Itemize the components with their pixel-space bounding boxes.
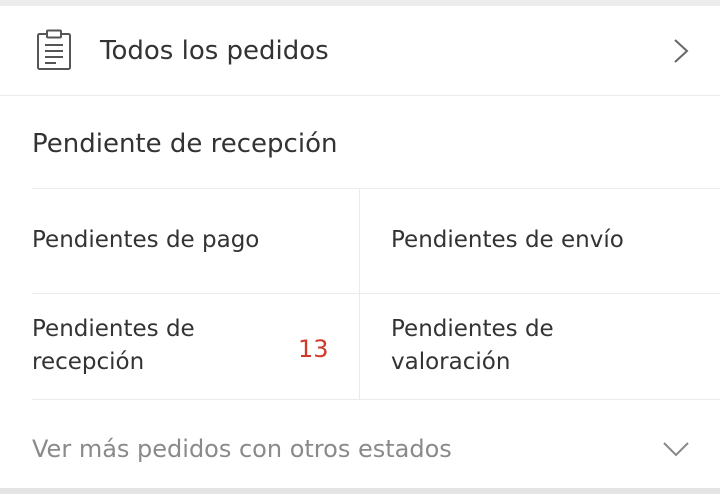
pending-shipment-label: Pendientes de envío <box>391 227 624 253</box>
chevron-down-icon <box>663 442 689 457</box>
pending-receipt-label-line1: Pendientes de <box>32 316 195 342</box>
clipboard-icon <box>37 29 71 70</box>
pending-review-label-line2: valoración <box>391 349 511 375</box>
all-orders-label: Todos los pedidos <box>100 36 329 66</box>
pending-payment-label: Pendientes de pago <box>32 227 260 253</box>
pending-review-label-line1: Pendientes de <box>391 316 554 342</box>
bottom-divider <box>0 488 720 494</box>
divider <box>32 293 720 294</box>
grid-divider <box>359 188 360 399</box>
section-title: Pendiente de recepción <box>32 129 338 159</box>
chevron-right-icon <box>674 39 689 63</box>
pending-receipt-label-line2: recepción <box>32 349 145 375</box>
pending-receipt-count: 13 <box>298 335 329 363</box>
all-orders-row[interactable]: Todos los pedidos <box>0 6 720 96</box>
divider <box>32 399 720 400</box>
more-orders-label: Ver más pedidos con otros estados <box>32 435 452 463</box>
divider <box>32 188 720 189</box>
